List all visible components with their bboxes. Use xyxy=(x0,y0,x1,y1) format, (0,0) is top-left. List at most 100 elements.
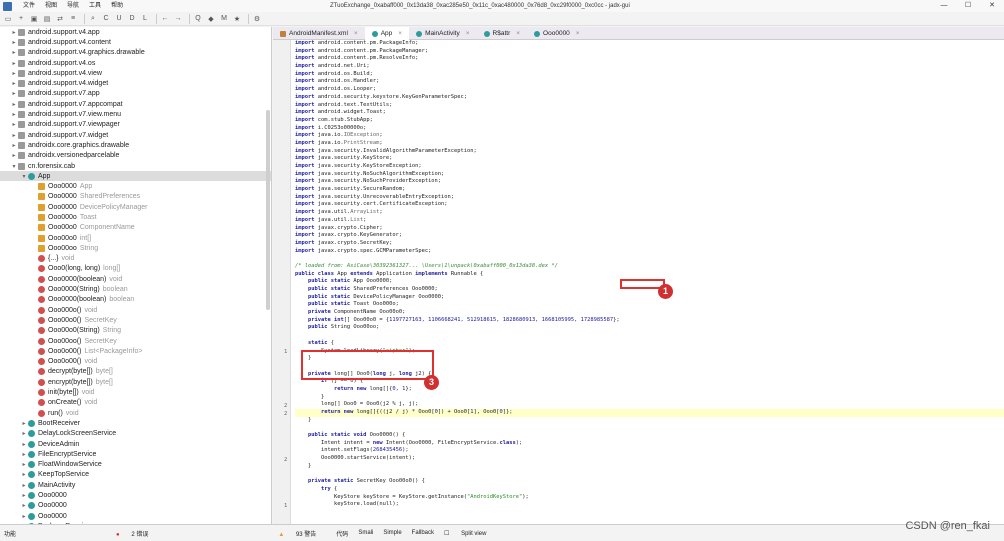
tree-node[interactable]: Ooo00o0 ComponentName xyxy=(0,223,271,233)
chevron-down-icon[interactable]: ▾ xyxy=(20,173,28,180)
chevron-right-icon[interactable]: ▸ xyxy=(10,49,18,56)
save-all-icon[interactable]: ▤ xyxy=(42,14,52,24)
tree-scrollbar[interactable] xyxy=(266,110,270,310)
deobfuscate-icon[interactable]: ◆ xyxy=(206,14,216,24)
maximize-icon[interactable]: ☐ xyxy=(956,0,980,12)
tab-app[interactable]: App × xyxy=(364,27,410,40)
chevron-right-icon[interactable]: ▸ xyxy=(20,461,28,468)
chevron-right-icon[interactable]: ▸ xyxy=(10,70,18,77)
chevron-right-icon[interactable]: ▸ xyxy=(20,441,28,448)
chevron-right-icon[interactable]: ▸ xyxy=(20,430,28,437)
chevron-down-icon[interactable]: ▾ xyxy=(10,163,18,170)
split-view-toggle[interactable]: ☐ Split view xyxy=(444,530,496,537)
tree-node[interactable]: ▸ android.support.v4.content xyxy=(0,37,271,47)
mapping-icon[interactable]: M xyxy=(219,14,229,24)
tree-node[interactable]: Ooo0o00() List<PackageInfo> xyxy=(0,346,271,356)
folder-icon[interactable]: ▭ xyxy=(3,14,13,24)
chevron-right-icon[interactable]: ▸ xyxy=(10,29,18,36)
chevron-right-icon[interactable]: ▸ xyxy=(10,142,18,149)
mode-code[interactable]: 代码 xyxy=(336,529,348,538)
tree-node[interactable]: Ooo0000 SharedPreferences xyxy=(0,192,271,202)
warnings-count[interactable]: ▲ 93 警告 xyxy=(278,529,326,538)
tree-node[interactable]: Ooo00o0(String) String xyxy=(0,326,271,336)
tree-node[interactable]: ▸ Ooo0000 xyxy=(0,511,271,521)
tree-node[interactable]: {...} void xyxy=(0,254,271,264)
tree-node[interactable]: ▸ android.support.v7.app xyxy=(0,89,271,99)
tree-node[interactable]: onCreate() void xyxy=(0,398,271,408)
project-tree[interactable]: ▸ android.support.v4.app ▸ android.support.… xyxy=(0,27,272,524)
bookmark-icon[interactable]: ★ xyxy=(232,14,242,24)
tree-node[interactable]: Ooo000o Toast xyxy=(0,212,271,222)
mode-simple[interactable]: Simple xyxy=(383,530,401,536)
search-usage-icon[interactable]: U xyxy=(114,14,124,24)
tree-node[interactable]: init(byte[]) void xyxy=(0,387,271,397)
menu-help[interactable]: 帮助 xyxy=(106,0,128,12)
tree-node[interactable]: ▸ FileEncryptService xyxy=(0,449,271,459)
menu-tools[interactable]: 工具 xyxy=(84,0,106,12)
chevron-right-icon[interactable]: ▸ xyxy=(20,513,28,520)
mode-fallback[interactable]: Fallback xyxy=(412,530,434,536)
mode-smali[interactable]: Smali xyxy=(358,530,373,536)
settings-icon[interactable]: ⚙ xyxy=(252,14,262,24)
sync-tree-icon[interactable]: ⇄ xyxy=(55,14,65,24)
errors-count[interactable]: ● 2 错误 xyxy=(116,529,158,538)
tree-node[interactable]: Ooo0000(boolean) boolean xyxy=(0,295,271,305)
tree-node[interactable]: ▸ DelayLockScreenService xyxy=(0,429,271,439)
chevron-right-icon[interactable]: ▸ xyxy=(20,492,28,499)
tree-node[interactable]: Ooo0o00() void xyxy=(0,357,271,367)
save-icon[interactable]: ▣ xyxy=(29,14,39,24)
chevron-right-icon[interactable]: ▸ xyxy=(10,111,18,118)
tree-node[interactable]: Ooo00oo() SecretKey xyxy=(0,336,271,346)
tab-mainactivity[interactable]: MainActivity × xyxy=(409,27,476,40)
tree-node[interactable]: Ooo0000 App xyxy=(0,181,271,191)
decompile-icon[interactable]: D xyxy=(127,14,137,24)
chevron-right-icon[interactable]: ▸ xyxy=(10,39,18,46)
tab-close-icon[interactable]: × xyxy=(354,30,358,37)
tree-node[interactable]: Ooo0000(String) boolean xyxy=(0,284,271,294)
tree-node[interactable]: ▸ android.support.v4.graphics.drawable xyxy=(0,48,271,58)
tree-node[interactable]: ▸ DeviceAdmin xyxy=(0,439,271,449)
chevron-right-icon[interactable]: ▸ xyxy=(20,502,28,509)
tree-node[interactable]: ▸ android.support.v7.view.menu xyxy=(0,109,271,119)
tree-node[interactable]: Ooo0000(boolean) void xyxy=(0,274,271,284)
tree-node[interactable]: ▸ android.support.v7.viewpager xyxy=(0,120,271,130)
tree-node[interactable]: ▸ BootReceiver xyxy=(0,418,271,428)
tree-node[interactable]: ▸ Ooo0000 xyxy=(0,490,271,500)
tree-node[interactable]: ▸ android.support.v4.os xyxy=(0,58,271,68)
chevron-right-icon[interactable]: ▸ xyxy=(10,132,18,139)
forward-icon[interactable]: → xyxy=(173,14,183,24)
chevron-right-icon[interactable]: ▸ xyxy=(10,90,18,97)
chevron-right-icon[interactable]: ▸ xyxy=(20,420,28,427)
tab-ooo0000[interactable]: Ooo0000 × xyxy=(527,27,587,40)
tree-node[interactable]: ▸ KeepTopService xyxy=(0,470,271,480)
tree-node[interactable]: Ooo00oo String xyxy=(0,243,271,253)
tree-node[interactable]: ▸ MainActivity xyxy=(0,480,271,490)
tree-node[interactable]: Ooo000o() void xyxy=(0,305,271,315)
tree-node[interactable]: ▸ android.support.v4.widget xyxy=(0,78,271,88)
tree-node[interactable]: Ooo00o0() SecretKey xyxy=(0,315,271,325)
chevron-right-icon[interactable]: ▸ xyxy=(20,482,28,489)
tree-node[interactable]: ▸ android.support.v7.appcompat xyxy=(0,99,271,109)
tree-node[interactable]: Ooo0(long, long) long[] xyxy=(0,264,271,274)
tree-node[interactable]: Ooo00o0 int[] xyxy=(0,233,271,243)
tree-node[interactable]: ▸ android.support.v4.app xyxy=(0,27,271,37)
chevron-right-icon[interactable]: ▸ xyxy=(20,451,28,458)
search-class-icon[interactable]: C xyxy=(101,14,111,24)
tab-close-icon[interactable]: × xyxy=(576,30,580,37)
tree-node[interactable]: ▸ android.support.v4.view xyxy=(0,68,271,78)
back-icon[interactable]: ← xyxy=(160,14,170,24)
chevron-right-icon[interactable]: ▸ xyxy=(10,121,18,128)
tree-node[interactable]: Ooo0000 DevicePolicyManager xyxy=(0,202,271,212)
tree-node[interactable]: run() void xyxy=(0,408,271,418)
add-file-icon[interactable]: + xyxy=(16,14,26,24)
search-icon[interactable]: ⌕ xyxy=(88,14,98,24)
tree-node[interactable]: ▸ android.support.v7.widget xyxy=(0,130,271,140)
menu-file[interactable]: 文件 xyxy=(18,0,40,12)
chevron-right-icon[interactable]: ▸ xyxy=(10,60,18,67)
flat-view-icon[interactable]: ≡ xyxy=(68,14,78,24)
tree-node[interactable]: ▸ Ooo0000 xyxy=(0,501,271,511)
tree-node[interactable]: ▸ FloatWindowService xyxy=(0,459,271,469)
tab-close-icon[interactable]: × xyxy=(398,30,402,37)
tree-node[interactable]: encrypt(byte[]) byte[] xyxy=(0,377,271,387)
chevron-right-icon[interactable]: ▸ xyxy=(10,80,18,87)
